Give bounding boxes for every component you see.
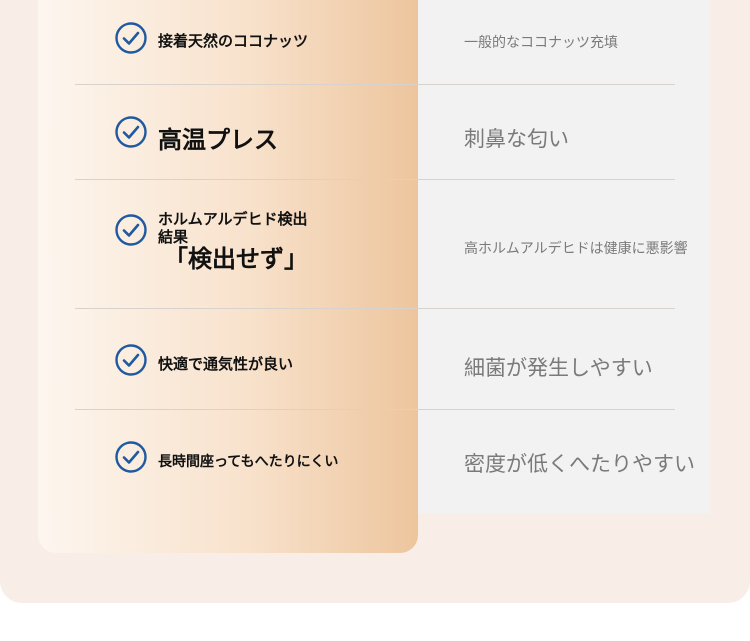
row-divider <box>75 409 675 410</box>
check-circle-icon <box>115 22 147 54</box>
drawback-label: 細菌が発生しやすい <box>464 356 653 380</box>
drawback-label: 密度が低くへたりやすい <box>464 452 695 476</box>
feature-line: ホルムアルデヒド検出 <box>158 210 308 228</box>
row-divider <box>75 308 675 309</box>
feature-line: 結果 <box>158 228 189 246</box>
row-divider <box>75 179 675 180</box>
drawback-label: 一般的なココナッツ充填 <box>464 35 618 51</box>
check-circle-icon <box>115 116 147 148</box>
drawback-label: 刺鼻な匂い <box>464 127 569 151</box>
feature-label: 長時間座ってもへたりにくい <box>158 454 339 470</box>
feature-label: 接着天然のココナッツ <box>158 32 309 50</box>
feature-label-multiline: ホルムアルデヒド検出 結果 「検出せず」 <box>158 210 308 273</box>
check-circle-icon <box>115 344 147 376</box>
row-divider <box>75 84 675 85</box>
feature-label: 高温プレス <box>158 126 278 154</box>
drawback-label: 高ホルムアルデヒドは健康に悪影響 <box>464 241 688 257</box>
feature-line-emphasis: 「検出せず」 <box>164 245 308 273</box>
check-circle-icon <box>115 214 147 246</box>
check-circle-icon <box>115 441 147 473</box>
feature-label: 快適で通気性が良い <box>158 355 294 373</box>
